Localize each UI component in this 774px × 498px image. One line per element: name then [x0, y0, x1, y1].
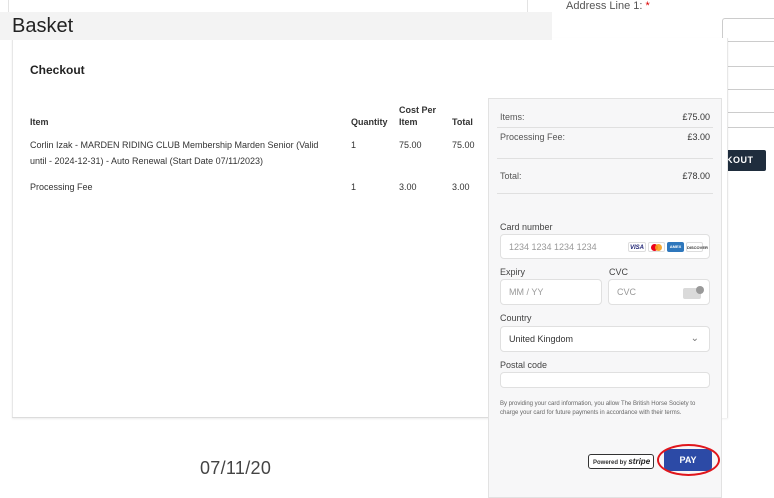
cvc-label: CVC	[609, 267, 629, 277]
cvc-placeholder: CVC	[617, 287, 637, 297]
postal-code-input[interactable]	[500, 372, 710, 388]
country-select[interactable]: United Kingdom ⌄	[500, 326, 710, 352]
row-total: 3.00	[452, 182, 470, 192]
address-line-1-label: Address Line 1: *	[566, 0, 650, 12]
address-line-3-input[interactable]	[722, 112, 774, 128]
highlight-ring	[657, 444, 720, 476]
checkout-title: Checkout	[30, 63, 85, 77]
visa-icon: VISA	[628, 242, 646, 252]
expiry-label: Expiry	[500, 267, 526, 277]
card-number-label: Card number	[500, 222, 553, 232]
mastercard-icon	[648, 242, 665, 252]
row-total: 75.00	[452, 140, 475, 150]
cvc-card-icon	[683, 286, 704, 299]
divider	[497, 193, 713, 194]
card-number-placeholder: 1234 1234 1234 1234	[509, 242, 597, 252]
items-value: £75.00	[682, 112, 710, 122]
column-header-quantity: Quantity	[351, 117, 388, 127]
cost-per-line-2: Item	[399, 117, 418, 127]
chevron-down-icon: ⌄	[690, 333, 699, 344]
expiry-input[interactable]: MM / YY	[500, 279, 602, 305]
divider	[497, 158, 713, 159]
row-item: Processing Fee	[30, 182, 93, 192]
row-cost: 75.00	[399, 140, 422, 150]
cost-per-line-1: Cost Per	[399, 105, 437, 115]
row-quantity: 1	[351, 140, 357, 150]
cvc-input[interactable]: CVC	[608, 279, 710, 305]
divider	[497, 127, 713, 128]
card-number-input[interactable]: 1234 1234 1234 1234 VISA AMEX DISCOVER	[500, 234, 710, 259]
row-item-line-1: Corlin Izak - MARDEN RIDING CLUB Members…	[30, 140, 319, 150]
row-cost: 3.00	[399, 182, 417, 192]
country-label: Country	[500, 313, 532, 323]
powered-by-text: Powered by	[593, 460, 627, 466]
basket-title: Basket	[0, 12, 552, 40]
column-header-total: Total	[452, 117, 473, 127]
column-header-item: Item	[30, 117, 49, 127]
processing-fee-label: Processing Fee:	[500, 132, 566, 142]
row-item-line-2: until - 2024-12-31) - Auto Renewal (Star…	[30, 156, 263, 166]
postal-code-label: Postal code	[500, 360, 548, 370]
address-line-2-input[interactable]	[722, 66, 774, 90]
address-label-text: Address Line 1:	[566, 0, 643, 12]
column-header-cost-per-item: Cost Per Item	[399, 104, 436, 128]
discover-icon: DISCOVER	[686, 242, 708, 252]
total-value: £78.00	[682, 171, 710, 181]
consent-text: By providing your card information, you …	[500, 401, 696, 416]
address-line-1-input[interactable]	[722, 18, 774, 42]
powered-by-stripe-badge[interactable]: Powered by stripe	[588, 454, 654, 469]
required-mark: *	[645, 0, 650, 12]
card-brand-icons: VISA AMEX DISCOVER	[628, 242, 708, 252]
processing-fee-value: £3.00	[687, 132, 710, 142]
items-label: Items:	[500, 112, 525, 122]
total-label: Total:	[500, 171, 522, 181]
stripe-logo: stripe	[628, 457, 651, 466]
basket-divider	[12, 417, 492, 418]
country-value: United Kingdom	[509, 334, 574, 344]
amex-icon: AMEX	[667, 242, 684, 252]
date-text: 07/11/20	[200, 458, 272, 478]
row-item: Corlin Izak - MARDEN RIDING CLUB Members…	[30, 137, 350, 169]
row-quantity: 1	[351, 182, 357, 192]
